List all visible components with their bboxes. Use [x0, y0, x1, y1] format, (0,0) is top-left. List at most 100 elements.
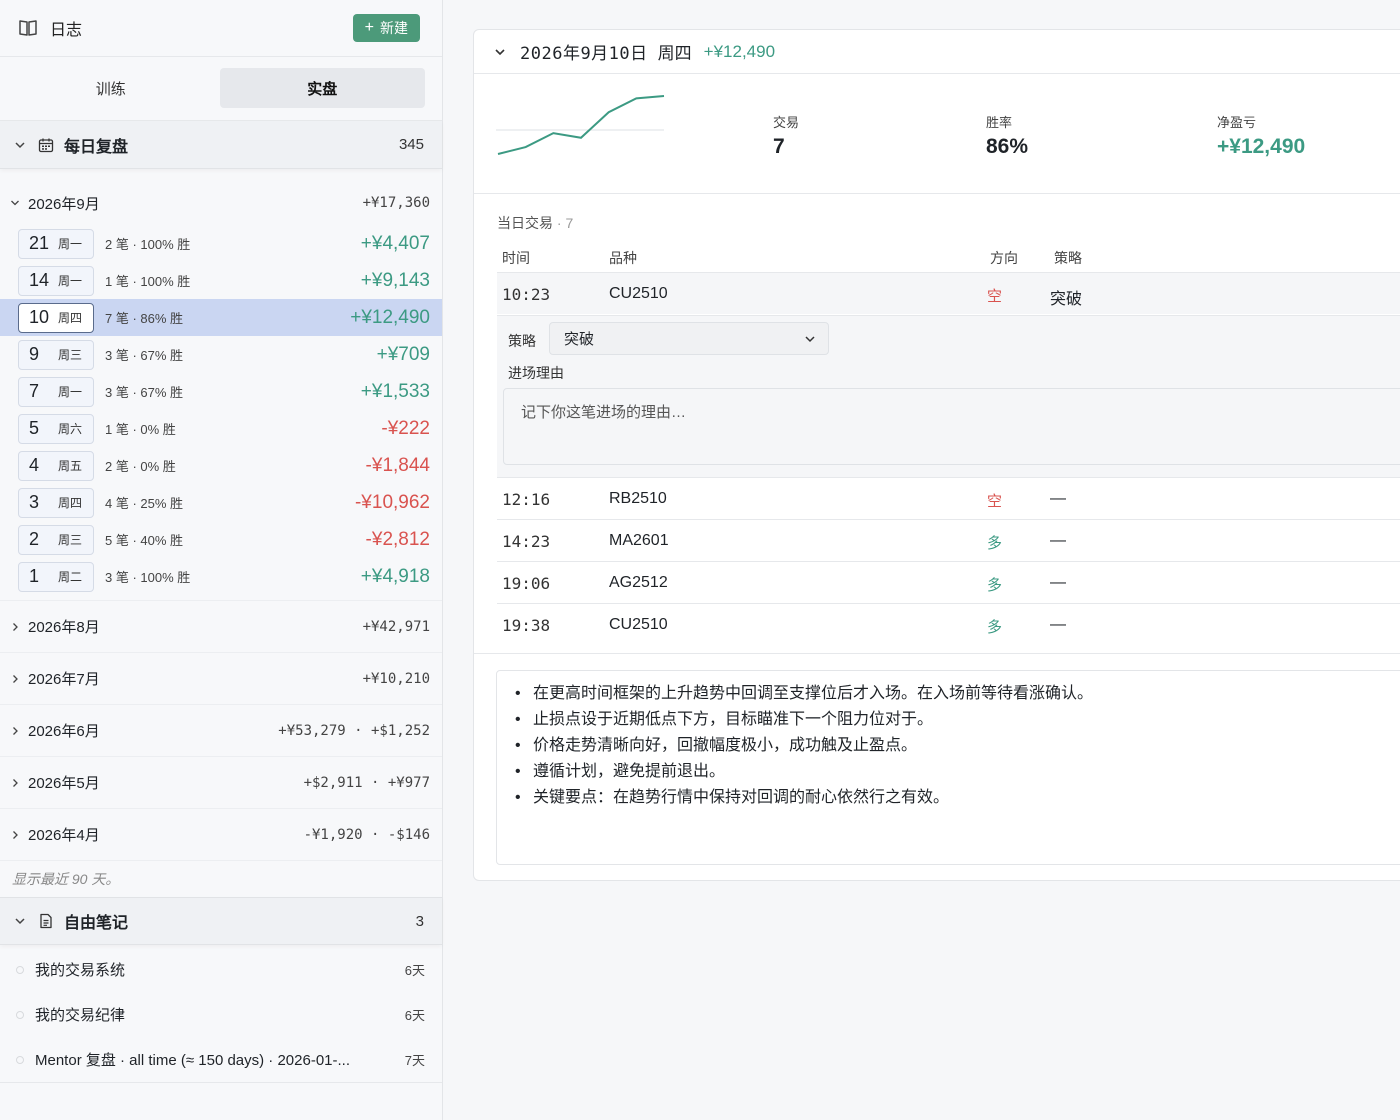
day-review-header[interactable]: 2026年9月10日 周四 +¥12,490 [474, 30, 1400, 74]
note-bullet: • 在更高时间框架的上升趋势中回调至支撑位后才入场。在入场前等待看涨确认。 [515, 681, 1400, 707]
month-row-current[interactable]: 2026年9月 +¥17,360 [0, 181, 442, 225]
day-badge: 3 周四 [18, 487, 94, 518]
trade-direction: 多 [987, 535, 1003, 552]
day-pnl: +¥4,918 [360, 565, 430, 587]
month-row[interactable]: 2026年8月 +¥42,971 [0, 601, 442, 653]
trade-direction: 多 [987, 619, 1003, 636]
chevron-down-icon [15, 141, 25, 148]
note-item[interactable]: Mentor 复盘 · all time (≈ 150 days) · 2026… [0, 1037, 442, 1082]
day-weekday: 周一 [58, 274, 83, 288]
month-total: +¥17,360 [362, 195, 430, 211]
note-age: 6天 [404, 963, 425, 978]
trade-strategy: — [1050, 574, 1066, 591]
trade-row[interactable]: 10:23 CU2510 空 突破 [497, 272, 1400, 314]
day-weekday: 周五 [58, 459, 83, 473]
day-pnl: -¥2,812 [365, 528, 430, 550]
month-row[interactable]: 2026年6月 +¥53,279 · +$1,252 [0, 705, 442, 757]
trade-strategy: 突破 [1050, 291, 1083, 308]
day-number: 9 [29, 344, 40, 364]
free-notes-count: 3 [415, 912, 424, 930]
day-row[interactable]: 7 周一 3 笔 · 67% 胜 +¥1,533 [0, 373, 442, 410]
day-weekday: 周一 [58, 237, 83, 251]
note-status-dot [16, 965, 24, 974]
day-weekday: 周一 [58, 385, 83, 399]
note-title: 我的交易纪律 [35, 1007, 126, 1024]
note-bullet: • 遵循计划，避免提前退出。 [515, 759, 1400, 785]
note-bullet-text: 遵循计划，避免提前退出。 [533, 763, 726, 780]
month-name: 2026年9月 [28, 195, 100, 213]
bullet-icon: • [515, 763, 521, 780]
trade-row[interactable]: 12:16 RB2510 空 — [497, 477, 1400, 519]
day-stat: 1 笔 · 100% 胜 [105, 274, 191, 289]
day-row[interactable]: 2 周三 5 笔 · 40% 胜 -¥2,812 [0, 521, 442, 558]
trade-symbol: MA2601 [609, 532, 669, 549]
review-notes-editor[interactable]: • 在更高时间框架的上升趋势中回调至支撑位后才入场。在入场前等待看涨确认。 • 止损点… [496, 670, 1400, 865]
bullet-icon: • [515, 685, 521, 702]
day-row[interactable]: 10 周四 7 笔 · 86% 胜 +¥12,490 [0, 299, 442, 336]
trade-strategy: — [1050, 616, 1066, 633]
day-badge: 2 周三 [18, 524, 94, 555]
note-item[interactable]: 我的交易纪律 6天 [0, 992, 442, 1037]
day-number: 5 [29, 418, 40, 438]
trade-time: 19:38 [502, 616, 551, 635]
range-hint: 显示最近 90 天。 [12, 871, 120, 887]
day-badge: 10 周四 [18, 302, 94, 333]
trade-time: 14:23 [502, 532, 551, 551]
month-row[interactable]: 2026年7月 +¥10,210 [0, 653, 442, 705]
entry-reason-input[interactable]: 记下你这笔进场的理由… [503, 388, 1400, 465]
metric-trades-value: 7 [773, 135, 785, 158]
month-row[interactable]: 2026年5月 +$2,911 · +¥977 [0, 757, 442, 809]
day-pnl: +¥4,407 [360, 232, 430, 254]
day-row[interactable]: 1 周二 3 笔 · 100% 胜 +¥4,918 [0, 558, 442, 595]
mode-tabs: 训练 实盘 [0, 57, 442, 121]
tab-live[interactable]: 实盘 [219, 68, 425, 108]
day-number: 4 [29, 455, 40, 475]
trade-direction: 多 [987, 577, 1003, 594]
trade-symbol: RB2510 [609, 490, 667, 507]
trade-time: 10:23 [502, 285, 551, 304]
new-entry-label: 新建 [380, 20, 408, 36]
day-stat: 2 笔 · 0% 胜 [105, 459, 176, 474]
col-direction: 方向 [990, 250, 1018, 266]
day-row[interactable]: 5 周六 1 笔 · 0% 胜 -¥222 [0, 410, 442, 447]
chevron-down-icon [495, 48, 505, 55]
col-symbol: 品种 [609, 250, 637, 266]
trade-row[interactable]: 14:23 MA2601 多 — [497, 519, 1400, 561]
day-number: 21 [29, 233, 50, 253]
day-number: 3 [29, 492, 40, 512]
day-pnl: +¥1,533 [360, 380, 430, 402]
note-bullet-text: 价格走势清晰向好，回撤幅度极小，成功触及止盈点。 [533, 737, 918, 754]
new-entry-button[interactable]: + 新建 [352, 14, 420, 42]
day-pnl: +¥12,490 [350, 306, 430, 328]
month-list: 2026年8月 +¥42,971 2026年7月 +¥10,210 2026年6月 +¥5… [0, 601, 442, 861]
strategy-select[interactable]: 突破 [549, 322, 829, 355]
metric-net-pnl-label: 净盈亏 [1217, 115, 1257, 130]
day-weekday: 周四 [58, 496, 83, 510]
day-weekday: 周六 [58, 422, 83, 436]
trade-time: 12:16 [502, 490, 551, 509]
day-row[interactable]: 3 周四 4 笔 · 25% 胜 -¥10,962 [0, 484, 442, 521]
day-row[interactable]: 9 周三 3 笔 · 67% 胜 +¥709 [0, 336, 442, 373]
book-icon [19, 20, 37, 36]
note-item[interactable]: 我的交易系统 6天 [0, 947, 442, 992]
month-name: 2026年6月 [28, 723, 100, 740]
note-list: 我的交易系统 6天 我的交易纪律 6天 Mentor 复盘 · all time (≈ … [0, 947, 442, 1082]
daily-review-section-header[interactable]: 每日复盘 345 [0, 121, 442, 169]
note-title: 我的交易系统 [35, 962, 126, 979]
day-row[interactable]: 4 周五 2 笔 · 0% 胜 -¥1,844 [0, 447, 442, 484]
tab-training[interactable]: 训练 [8, 68, 214, 108]
trades-table-header: 时间 品种 方向 策略 [497, 242, 1400, 272]
free-notes-section-header[interactable]: 自由笔记 3 [0, 897, 442, 945]
summary-panel: 交易 7 胜率 86% 净盈亏 +¥12,490 [474, 74, 1400, 194]
metric-trades-label: 交易 [773, 115, 800, 130]
month-row[interactable]: 2026年4月 -¥1,920 · -$146 [0, 809, 442, 861]
note-bullet-text: 止损点设于近期低点下方，目标瞄准下一个阻力位对于。 [533, 711, 934, 728]
day-pnl: +¥709 [376, 343, 430, 365]
note-status-dot [16, 1010, 24, 1019]
trade-row[interactable]: 19:38 CU2510 多 — [497, 603, 1400, 645]
month-total: +¥53,279 · +$1,252 [278, 722, 430, 739]
trade-row[interactable]: 19:06 AG2512 多 — [497, 561, 1400, 603]
day-row[interactable]: 14 周一 1 笔 · 100% 胜 +¥9,143 [0, 262, 442, 299]
day-row[interactable]: 21 周一 2 笔 · 100% 胜 +¥4,407 [0, 225, 442, 262]
sidebar-title: 日志 [50, 22, 83, 39]
